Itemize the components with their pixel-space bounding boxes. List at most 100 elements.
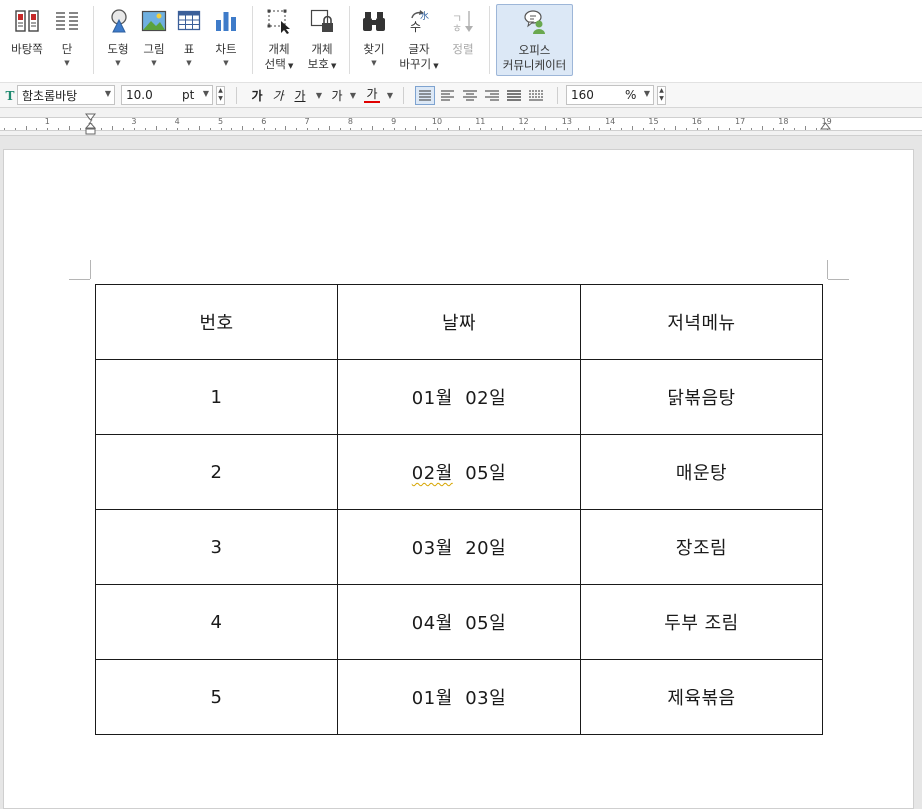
cell-number[interactable]: 3 [95,509,338,585]
ruler-tick [653,128,655,130]
ruler-tick [263,128,265,130]
ruler-tick [14,128,16,130]
ruler-tick [372,126,374,130]
ruler-tick [480,128,482,130]
object-protect-button[interactable]: 개체 보호 ▼ [303,4,341,76]
ruler-label: 10 [431,117,443,126]
shapes-button[interactable]: 도형 ▼ [102,4,134,76]
ruler-label: 7 [304,117,310,126]
ruler-label: 5 [217,117,224,126]
ruler-tick [415,126,417,130]
ribbon-toolbar: 바탕쪽 단 ▼ 도형 ▼ 그림 ▼ 표 ▼ 차트 ▼ 개체 선택 ▼ 개체 보호… [0,0,922,83]
header-cell-number[interactable]: 번호 [95,284,338,360]
cell-date[interactable]: 01월 03일 [337,659,581,735]
ruler-tick [155,126,157,130]
font-size-field[interactable]: 10.0 pt ▼ [121,85,213,105]
cell-number[interactable]: 1 [95,359,338,435]
chart-label: 차트 [215,42,237,56]
ruler-tick [761,126,763,130]
ruler-tick [123,128,125,130]
header-cell-menu[interactable]: 저녁메뉴 [580,284,823,360]
align-right-icon[interactable] [482,86,502,105]
bold-button[interactable]: 가 [249,86,265,105]
cell-menu[interactable]: 장조림 [580,509,823,585]
ruler-tick [718,126,720,130]
font-type-icon: T [5,88,15,103]
find-button[interactable]: 찾기 ▼ [357,4,391,76]
cell-menu[interactable]: 두부 조림 [580,584,823,660]
font-name-select[interactable]: 함초롬바탕 ▼ [17,85,115,105]
underline-button[interactable]: 가 [292,86,308,105]
picture-button[interactable]: 그림 ▼ [138,4,170,76]
font-size-unit: pt [182,88,195,102]
ruler-tick [68,126,70,130]
ribbon-divider [489,6,490,74]
font-name-value: 함초롬바탕 [22,88,78,103]
object-select-button[interactable]: 개체 선택 ▼ [261,4,297,76]
ruler-tick [328,126,330,130]
cell-number[interactable]: 5 [95,659,338,735]
italic-button[interactable]: 가 [270,86,286,105]
chevron-down-icon[interactable]: ▼ [312,86,322,105]
align-divide-icon[interactable] [526,86,546,105]
columns-button[interactable]: 단 ▼ [52,4,82,76]
columns-label: 단 [61,42,73,56]
svg-text:水: 水 [420,10,429,22]
sort-button[interactable]: ㄱ ㅎ 정렬 [446,4,480,76]
cell-date[interactable]: 02월 05일 [337,434,581,510]
chevron-down-icon[interactable]: ▼ [346,86,356,105]
ruler-tick [685,128,687,130]
right-indent-marker[interactable] [820,122,831,132]
ruler-label: 16 [691,117,702,126]
align-justify-icon[interactable] [415,86,435,105]
date-month: 03월 [411,538,453,559]
data-table[interactable]: 번호 날짜 저녁메뉴 1 01월 02일 닭볶음탕 2 02월 05일 매운탕 … [95,284,823,735]
toolbar-divider [557,87,558,104]
header-cell-date[interactable]: 날짜 [337,284,581,360]
ruler-tick [631,126,633,130]
font-size-stepper[interactable]: ▲ ▼ [216,86,225,105]
ruler-tick [566,128,568,130]
chevron-down-icon: ▼ [371,59,377,67]
ruler-tick [25,126,27,130]
char-convert-button[interactable]: 水 수 글자 바꾸기 ▼ [398,4,440,76]
ruler-label: 12 [518,117,529,126]
cell-number[interactable]: 2 [95,434,338,510]
table-row: 2 02월 05일 매운탕 [95,434,823,510]
document-page[interactable]: 번호 날짜 저녁메뉴 1 01월 02일 닭볶음탕 2 02월 05일 매운탕 … [3,149,914,809]
cell-date[interactable]: 03월 20일 [337,509,581,585]
strikethrough-button[interactable]: 가 [329,86,345,105]
margin-marker [90,260,91,279]
font-color-button[interactable]: 가 [364,86,380,103]
master-page-icon [15,10,39,32]
ruler-tick [166,128,168,130]
ruler-tick [512,128,514,130]
cell-date[interactable]: 01월 02일 [337,359,581,435]
cell-menu[interactable]: 매운탕 [580,434,823,510]
left-indent-marker[interactable] [85,113,96,135]
horizontal-ruler[interactable]: 1 2 3 4 5 6 7 8 9 10 11 12 13 14 15 16 17 18 19 [0,108,922,136]
ruler-tick [177,128,179,130]
table-row: 4 04월 05일 두부 조림 [95,584,823,660]
chart-button[interactable]: 차트 ▼ [209,4,243,76]
ruler-label: 11 [475,117,486,126]
ruler-label: 3 [131,117,137,126]
cell-menu[interactable]: 제육볶음 [580,659,823,735]
master-page-button[interactable]: 바탕쪽 [6,4,48,76]
align-left-icon[interactable] [438,86,458,105]
line-spacing-stepper[interactable]: ▲ ▼ [657,86,666,105]
office-communicator-button[interactable]: 오피스 커뮤니케이터 [496,4,573,76]
ruler-tick [339,128,341,130]
cell-date[interactable]: 04월 05일 [337,584,581,660]
shapes-label: 도형 [107,42,129,56]
align-center-icon[interactable] [460,86,480,105]
ruler-tick [36,128,38,130]
ruler-tick [783,128,785,130]
chevron-down-icon[interactable]: ▼ [383,86,393,105]
chevron-down-icon: ▼ [223,59,229,67]
align-distribute-icon[interactable] [504,86,524,105]
cell-number[interactable]: 4 [95,584,338,660]
cell-menu[interactable]: 닭볶음탕 [580,359,823,435]
line-spacing-field[interactable]: 160 % ▼ [566,85,654,105]
table-button[interactable]: 표 ▼ [173,4,205,76]
